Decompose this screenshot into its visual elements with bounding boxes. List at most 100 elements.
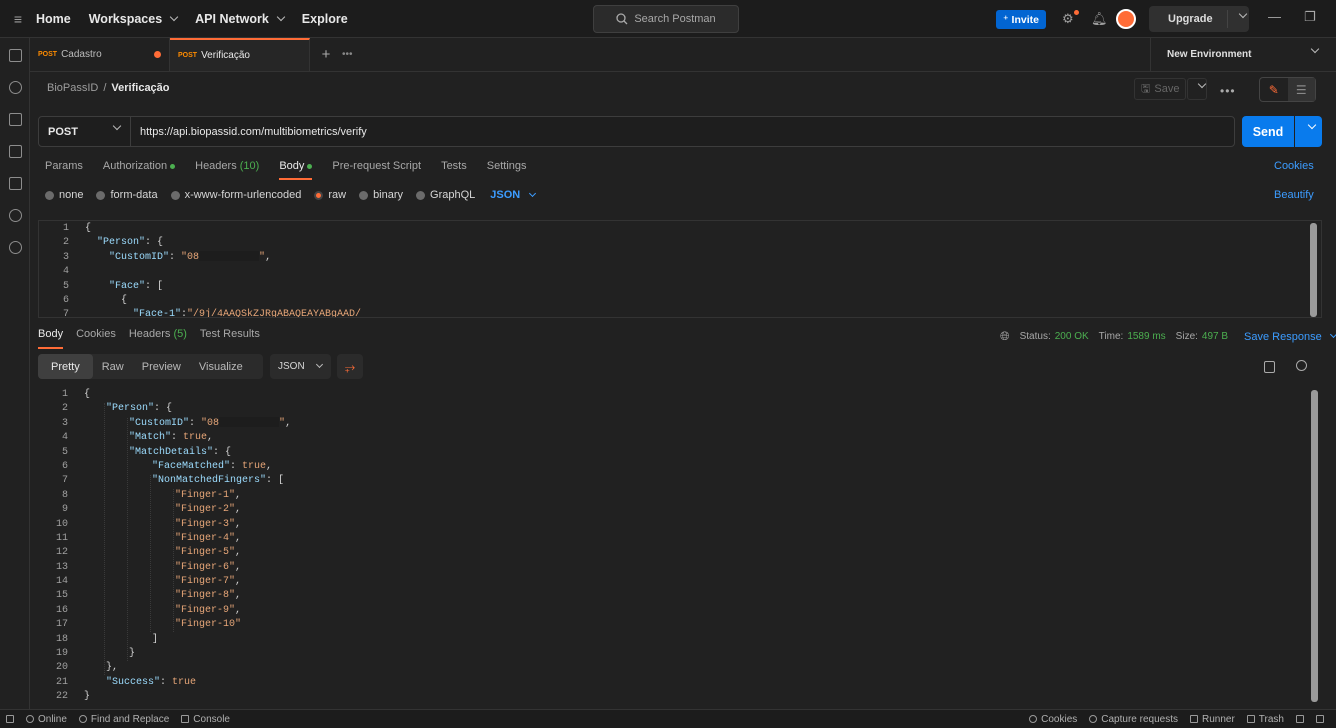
tab-params[interactable]: Params: [45, 160, 83, 180]
request-tabs: POST Cadastro POST Verificação + •••: [30, 38, 1150, 72]
two-pane-icon[interactable]: [1296, 715, 1304, 723]
cookies-link[interactable]: Cookies: [1274, 160, 1314, 172]
environment-selector[interactable]: New Environment: [1150, 38, 1336, 72]
chevron-down-icon: [169, 12, 179, 21]
apis-icon[interactable]: [9, 81, 22, 94]
response-format-select[interactable]: JSON: [270, 354, 331, 379]
online-status[interactable]: Online: [26, 714, 67, 725]
chevron-down-icon: [112, 121, 122, 131]
globe-icon: 🌐︎: [1000, 329, 1010, 343]
response-status: 🌐︎ Status: 200 OK Time: 1589 ms Size: 497 B…: [1000, 329, 1336, 344]
menu-icon[interactable]: ≡: [0, 11, 36, 27]
view-raw[interactable]: Raw: [93, 354, 133, 379]
nav-api-network[interactable]: API Network: [195, 12, 286, 26]
wrap-lines-icon[interactable]: ⥅: [337, 354, 363, 379]
radio-graphql[interactable]: GraphQL: [416, 189, 475, 201]
chevron-down-icon: [1307, 120, 1317, 130]
radio-binary[interactable]: binary: [359, 189, 403, 201]
search-icon: [616, 13, 628, 25]
notification-dot: [1074, 10, 1079, 15]
history-icon[interactable]: [9, 241, 22, 254]
tab-headers[interactable]: Headers (10): [195, 160, 259, 180]
find-replace-button[interactable]: Find and Replace: [78, 714, 169, 725]
radio-urlencoded[interactable]: x-www-form-urlencoded: [170, 189, 301, 201]
left-sidebar: [0, 38, 30, 709]
tab-cadastro[interactable]: POST Cadastro: [30, 38, 170, 71]
nav-workspaces[interactable]: Workspaces: [89, 12, 179, 26]
save-icon: 🖫︎: [1141, 82, 1151, 95]
breadcrumb-collection[interactable]: BioPassID: [47, 82, 98, 94]
url-input[interactable]: [131, 117, 1234, 146]
capture-requests-button[interactable]: Capture requests: [1089, 714, 1178, 725]
request-body-editor[interactable]: 1{ 2 "Person": { 3 "CustomID": "08 ", 4 5 "F…: [38, 220, 1322, 318]
tab-settings[interactable]: Settings: [487, 160, 527, 180]
view-pretty[interactable]: Pretty: [38, 354, 93, 379]
bell-icon[interactable]: 🔔︎: [1091, 11, 1108, 27]
search-input[interactable]: Search Postman: [593, 5, 739, 33]
send-dropdown[interactable]: [1295, 116, 1322, 147]
tab-verificacao[interactable]: POST Verificação: [170, 38, 310, 71]
upgrade-button[interactable]: Upgrade: [1149, 6, 1249, 32]
status-bar: Online Find and Replace Console Cookies …: [0, 709, 1336, 728]
view-visualize[interactable]: Visualize: [190, 354, 252, 379]
resp-tab-cookies[interactable]: Cookies: [76, 328, 116, 349]
trash-button[interactable]: Trash: [1246, 714, 1284, 725]
copy-icon[interactable]: [1264, 361, 1275, 373]
resp-tab-body[interactable]: Body: [38, 328, 64, 349]
response-view-tabs: Pretty Raw Preview Visualize: [38, 354, 263, 379]
runner-button[interactable]: Runner: [1189, 714, 1235, 725]
chevron-down-icon: [276, 12, 286, 21]
tab-body[interactable]: Body: [279, 160, 313, 180]
nav-home[interactable]: Home: [36, 12, 71, 26]
save-response-button[interactable]: Save Response: [1244, 331, 1322, 343]
pencil-icon[interactable]: ✎: [1260, 78, 1288, 101]
radio-none[interactable]: none: [45, 189, 83, 201]
search-icon[interactable]: [1296, 360, 1307, 371]
body-type-options: none form-data x-www-form-urlencoded raw…: [45, 189, 537, 201]
chevron-down-icon: [529, 189, 537, 197]
unsaved-dot: [154, 51, 161, 58]
breadcrumb: BioPassID / Verificação: [47, 82, 170, 94]
response-scrollbar[interactable]: [1311, 390, 1318, 702]
minimize-icon[interactable]: —: [1268, 9, 1281, 24]
mock-servers-icon[interactable]: [9, 145, 22, 158]
tab-tests[interactable]: Tests: [441, 160, 467, 180]
response-body-editor[interactable]: 1{ 2 "Person": { 3 "CustomID": "08 ", 4 "Mat…: [38, 388, 1322, 704]
radio-form-data[interactable]: form-data: [96, 189, 158, 201]
help-icon[interactable]: [1316, 715, 1324, 723]
nav-explore[interactable]: Explore: [302, 12, 348, 26]
flows-icon[interactable]: [9, 209, 22, 222]
more-tabs-icon[interactable]: •••: [342, 38, 362, 71]
method-select[interactable]: POST: [39, 117, 131, 146]
chevron-down-icon: [1197, 79, 1207, 89]
body-format-select[interactable]: JSON: [490, 189, 537, 201]
cookies-button[interactable]: Cookies: [1029, 714, 1077, 725]
tab-authorization[interactable]: Authorization: [103, 160, 176, 180]
chevron-down-icon: [315, 360, 323, 369]
maximize-icon[interactable]: ❐: [1304, 9, 1316, 25]
tab-prerequest[interactable]: Pre-request Script: [332, 160, 421, 180]
new-tab-icon[interactable]: +: [310, 38, 342, 71]
radio-raw[interactable]: raw: [314, 189, 346, 201]
invite-button[interactable]: ⁺ Invite: [996, 10, 1046, 29]
send-button[interactable]: Send: [1242, 116, 1294, 147]
comment-icon[interactable]: ☰: [1287, 78, 1315, 101]
resp-tab-headers[interactable]: Headers (5): [129, 328, 187, 349]
settings-icon[interactable]: ⚙: [1062, 11, 1074, 27]
console-button[interactable]: Console: [181, 714, 230, 725]
request-scrollbar[interactable]: [1310, 223, 1317, 317]
chevron-down-icon[interactable]: [1238, 9, 1248, 19]
chevron-down-icon[interactable]: [1329, 330, 1336, 339]
collections-icon[interactable]: [9, 49, 22, 62]
save-dropdown[interactable]: [1187, 78, 1207, 100]
beautify-link[interactable]: Beautify: [1274, 189, 1314, 201]
environments-icon[interactable]: [9, 113, 22, 126]
save-button[interactable]: 🖫︎ Save: [1134, 78, 1186, 100]
toggle-sidebar-icon[interactable]: [6, 715, 14, 723]
avatar[interactable]: [1116, 9, 1136, 29]
view-preview[interactable]: Preview: [133, 354, 190, 379]
more-icon[interactable]: •••: [1220, 84, 1236, 98]
search-placeholder: Search Postman: [634, 13, 716, 25]
resp-tab-tests[interactable]: Test Results: [200, 328, 260, 349]
monitors-icon[interactable]: [9, 177, 22, 190]
